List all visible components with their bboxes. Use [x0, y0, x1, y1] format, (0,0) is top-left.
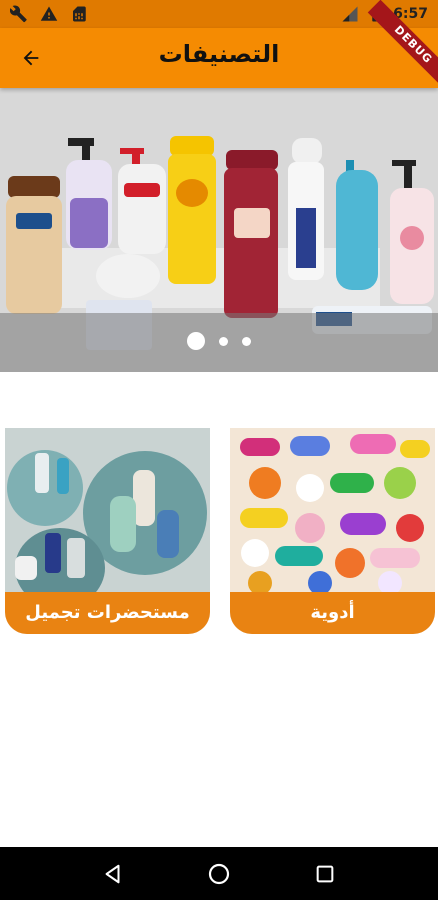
arrow-back-icon: [23, 50, 39, 66]
warning-icon: [40, 6, 58, 21]
category-card-medicine[interactable]: أدوية: [230, 428, 435, 634]
nav-home-button[interactable]: [199, 854, 239, 894]
wrench-icon: [10, 5, 27, 23]
home-circle-icon: [208, 863, 230, 884]
system-nav-bar: [0, 847, 438, 900]
back-triangle-icon: [105, 864, 120, 883]
category-label-cosmetics: مستحضرات تجميل: [5, 592, 210, 634]
cosmetics-image: [5, 428, 210, 593]
page-title: التصنيفات: [158, 40, 280, 68]
pills-image: [230, 428, 435, 593]
product-sunsilk: [168, 136, 216, 284]
recents-square-icon: [316, 865, 334, 882]
product-vaseline: [6, 176, 62, 314]
carousel-dot-2[interactable]: [219, 336, 228, 346]
carousel-indicator: [0, 332, 438, 350]
app-bar: التصنيفات DEBUG: [0, 0, 438, 91]
carousel-dot-3[interactable]: [242, 336, 251, 346]
banner-carousel[interactable]: [0, 88, 438, 372]
signal-icon: [342, 6, 358, 22]
category-label-medicine: أدوية: [230, 592, 435, 634]
sim-icon: [73, 6, 86, 22]
nav-recents-button[interactable]: [305, 854, 345, 894]
category-card-cosmetics[interactable]: مستحضرات تجميل: [5, 428, 210, 634]
nav-back-button[interactable]: [93, 854, 133, 894]
product-dove-red: [224, 150, 278, 318]
carousel-dot-1[interactable]: [187, 332, 205, 350]
back-button[interactable]: [14, 43, 48, 73]
product-clear: [336, 160, 378, 290]
